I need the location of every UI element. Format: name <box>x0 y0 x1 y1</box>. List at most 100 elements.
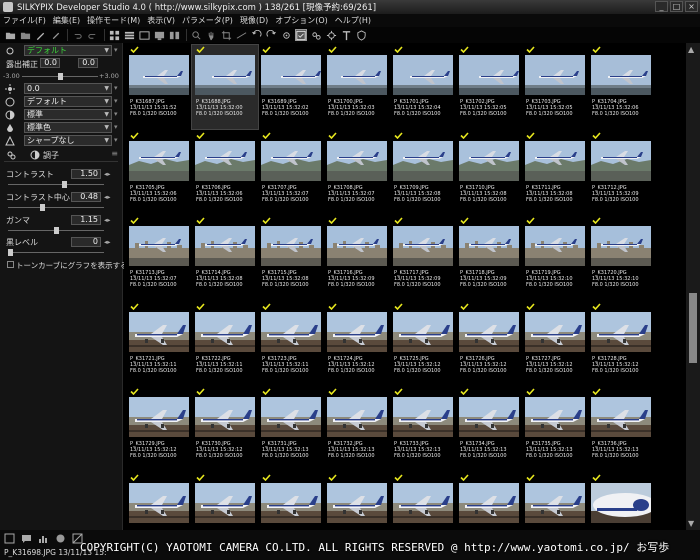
thumbnail[interactable]: P_K31731.JPG 13/11/13 15:32:13 F8.0 1/320 … <box>258 387 324 471</box>
contrast-slider-thumb[interactable] <box>62 181 67 188</box>
thumbnail[interactable]: P_K31705.JPG 13/11/13 15:32:06 F8.0 1/320 … <box>126 131 192 215</box>
check-mark-icon[interactable] <box>262 302 271 310</box>
batch-develop-button[interactable] <box>310 29 322 41</box>
thumbnail-image[interactable] <box>129 482 189 523</box>
gamma-spin-icon[interactable]: ◂▸ <box>104 216 111 224</box>
thumbnail-image[interactable] <box>195 482 255 523</box>
black-level-slider-track[interactable] <box>8 252 104 253</box>
exposure-slider-thumb[interactable] <box>58 73 63 80</box>
menu-view[interactable]: 表示(V) <box>147 15 175 26</box>
check-mark-icon[interactable] <box>328 217 337 224</box>
thumbnail-image[interactable] <box>591 226 651 266</box>
thumbnail[interactable]: P_K31719.JPG 13/11/13 15:32:10 F8.0 1/320 … <box>522 216 588 300</box>
mark-button[interactable] <box>295 29 307 41</box>
text-tool-button[interactable] <box>340 29 352 41</box>
thumbnail[interactable]: P_K31725.JPG 13/11/13 15:32:12 F8.0 1/320 … <box>390 302 456 386</box>
check-mark-icon[interactable] <box>262 131 271 139</box>
tone-section-menu[interactable]: ≡ <box>111 149 118 158</box>
minimize-button[interactable]: _ <box>655 1 668 12</box>
thumbnail-image[interactable] <box>129 140 189 181</box>
thumbnail-image[interactable] <box>261 482 321 523</box>
color-mode-more[interactable]: ▾ <box>114 46 122 55</box>
thumbnail-image[interactable] <box>525 397 585 437</box>
check-mark-icon[interactable] <box>460 302 469 310</box>
menu-edit[interactable]: 編集(E) <box>53 15 80 26</box>
check-mark-icon[interactable] <box>328 302 337 310</box>
thumbnail-image[interactable] <box>591 397 651 437</box>
contrast-slider-track[interactable] <box>8 184 104 185</box>
thumbnail-image[interactable] <box>525 482 585 523</box>
thumbnail[interactable] <box>192 473 258 531</box>
check-mark-icon[interactable] <box>592 302 601 310</box>
thumbnail[interactable]: P_K31728.JPG 13/11/13 15:32:12 F8.0 1/320 … <box>588 302 654 386</box>
crop-button[interactable] <box>220 29 232 41</box>
protect-button[interactable] <box>355 29 367 41</box>
thumbnail-image[interactable] <box>129 226 189 266</box>
check-mark-icon[interactable] <box>592 131 601 139</box>
check-mark-icon[interactable] <box>130 131 139 139</box>
vertical-scrollbar[interactable]: ▲ ▼ <box>686 43 700 530</box>
compare-view-button[interactable] <box>168 29 180 41</box>
check-mark-icon[interactable] <box>328 46 337 53</box>
thumbnail[interactable]: P_K31721.JPG 13/11/13 15:32:11 F8.0 1/320 … <box>126 302 192 386</box>
thumbnail-image[interactable] <box>195 311 255 352</box>
thumbnail[interactable]: P_K31726.JPG 13/11/13 15:32:12 F8.0 1/320 … <box>456 302 522 386</box>
thumbnail[interactable]: P_K31723.JPG 13/11/13 15:32:11 F8.0 1/320 … <box>258 302 324 386</box>
thumbnail[interactable]: P_K31722.JPG 13/11/13 15:32:11 F8.0 1/320 … <box>192 302 258 386</box>
thumbnail-image[interactable] <box>327 397 387 437</box>
thumbnail-image[interactable] <box>129 397 189 437</box>
check-mark-icon[interactable] <box>262 388 271 395</box>
preview-view-button[interactable] <box>138 29 150 41</box>
thumbnail-image[interactable] <box>459 140 519 181</box>
thumbnail[interactable] <box>456 473 522 531</box>
folder-menu-button[interactable] <box>19 29 31 41</box>
rotate-left-button[interactable] <box>250 29 262 41</box>
thumbnail-image[interactable] <box>261 397 321 437</box>
thumbnail-image[interactable] <box>261 226 321 266</box>
scroll-down-arrow[interactable]: ▼ <box>688 519 694 528</box>
loupe-icon[interactable] <box>55 533 66 544</box>
thumbnail-image[interactable] <box>393 397 453 437</box>
straighten-button[interactable] <box>235 29 247 41</box>
black-level-value[interactable]: 0 <box>71 237 101 247</box>
color-mode-dropdown[interactable]: デフォルト ▼ <box>24 45 112 56</box>
info-icon[interactable] <box>4 533 15 544</box>
thumbnail[interactable]: P_K31717.JPG 13/11/13 15:32:09 F8.0 1/320 … <box>390 216 456 300</box>
thumbnail[interactable] <box>522 473 588 531</box>
thumbnail-image[interactable] <box>393 55 453 95</box>
thumbnail[interactable] <box>126 473 192 531</box>
thumbnail[interactable]: P_K31707.JPG 13/11/13 15:32:07 F8.0 1/320 … <box>258 131 324 215</box>
check-mark-icon[interactable] <box>460 388 469 395</box>
develop-button[interactable] <box>280 29 292 41</box>
check-mark-icon[interactable] <box>526 473 535 481</box>
thumbnail[interactable]: P_K31716.JPG 13/11/13 15:32:09 F8.0 1/320 … <box>324 216 390 300</box>
thumbnail-image[interactable] <box>327 55 387 95</box>
menu-develop[interactable]: 現像(D) <box>240 15 268 26</box>
open-folder-button[interactable] <box>4 29 16 41</box>
color-style-dropdown[interactable]: 標準色 ▼ <box>24 122 112 133</box>
pen-tool-button[interactable] <box>34 29 46 41</box>
thumbnail-image[interactable] <box>327 226 387 266</box>
tone-more[interactable]: ▾ <box>114 110 122 119</box>
black-level-spin-icon[interactable]: ◂▸ <box>104 238 111 246</box>
check-mark-icon[interactable] <box>130 302 139 310</box>
check-mark-icon[interactable] <box>526 217 535 224</box>
thumbnail[interactable] <box>324 473 390 531</box>
thumbnail[interactable]: P_K31730.JPG 13/11/13 15:32:12 F8.0 1/320 … <box>192 387 258 471</box>
thumbnail[interactable]: P_K31736.JPG 13/11/13 15:32:13 F8.0 1/320 … <box>588 387 654 471</box>
thumbnail-image[interactable] <box>393 140 453 181</box>
thumbnail-image[interactable] <box>129 311 189 352</box>
develop-settings-button[interactable] <box>325 29 337 41</box>
thumbnail-image[interactable] <box>525 140 585 181</box>
check-mark-icon[interactable] <box>262 473 271 481</box>
check-mark-icon[interactable] <box>196 388 205 395</box>
thumbnail[interactable]: P_K31689.JPG 13/11/13 15:32:02 F8.0 1/320 … <box>258 45 324 129</box>
check-mark-icon[interactable] <box>394 46 403 53</box>
check-mark-icon[interactable] <box>130 473 139 481</box>
thumbnail[interactable]: P_K31735.JPG 13/11/13 15:32:13 F8.0 1/320 … <box>522 387 588 471</box>
check-mark-icon[interactable] <box>328 473 337 481</box>
thumbnail-image[interactable] <box>459 226 519 266</box>
thumbnail-image[interactable] <box>327 311 387 352</box>
list-view-button[interactable] <box>123 29 135 41</box>
check-mark-icon[interactable] <box>592 217 601 224</box>
